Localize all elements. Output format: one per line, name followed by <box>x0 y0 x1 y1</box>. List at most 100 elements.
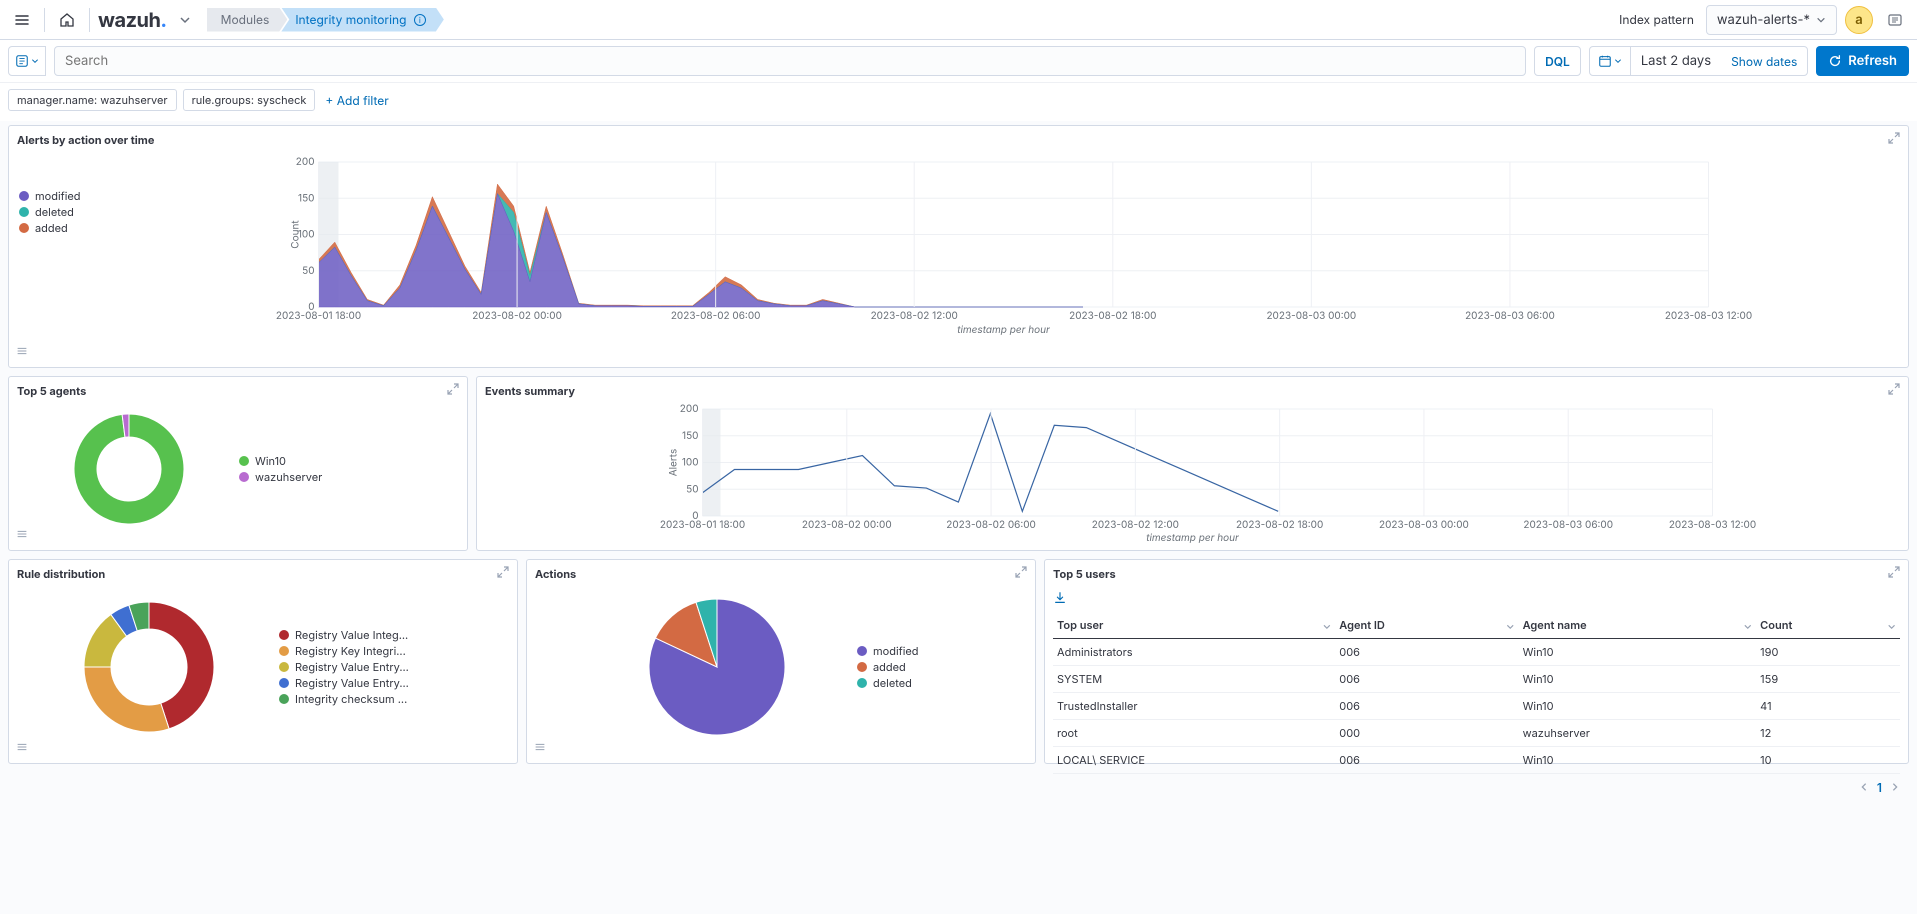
table-row[interactable]: TrustedInstaller006Win1041 <box>1053 693 1900 720</box>
expand-icon[interactable] <box>447 383 459 398</box>
index-pattern-value: wazuh-alerts-* <box>1717 12 1810 28</box>
legend-item[interactable]: modified <box>19 189 109 203</box>
expand-icon[interactable] <box>1015 566 1027 581</box>
swatch <box>857 662 867 672</box>
chart-top-agents <box>19 404 239 534</box>
show-dates-link[interactable]: Show dates <box>1721 54 1807 69</box>
svg-text:2023-08-02 00:00: 2023-08-02 00:00 <box>802 519 892 531</box>
swatch <box>857 646 867 656</box>
filter-chip[interactable]: rule.groups: syscheck <box>183 89 316 111</box>
panel-rule-distribution: Rule distribution Registry Value Integ..… <box>8 559 518 764</box>
table-cell: 000 <box>1335 720 1518 747</box>
chart-legend: Registry Value Integ... Registry Key Int… <box>279 626 507 708</box>
table-row[interactable]: Administrators006Win10190 <box>1053 639 1900 666</box>
table-row[interactable]: SYSTEM006Win10159 <box>1053 666 1900 693</box>
table-header[interactable]: Agent ID⌄ <box>1335 612 1518 639</box>
date-range-picker[interactable]: Last 2 days Show dates <box>1589 46 1808 76</box>
panel-title: Events summary <box>485 384 575 398</box>
date-range-value: Last 2 days <box>1631 53 1721 69</box>
search-input[interactable] <box>54 46 1526 76</box>
legend-item[interactable]: Win10 <box>239 454 457 468</box>
refresh-button[interactable]: Refresh <box>1816 46 1909 76</box>
legend-item[interactable]: Registry Value Entry... <box>279 676 507 690</box>
table-cell: 41 <box>1756 693 1900 720</box>
svg-text:2023-08-02 00:00: 2023-08-02 00:00 <box>472 310 562 322</box>
chart-rule-distribution <box>19 587 279 747</box>
filter-chip-row: manager.name: wazuhserver rule.groups: s… <box>0 83 1917 121</box>
expand-icon[interactable] <box>1888 566 1900 581</box>
filter-chip[interactable]: manager.name: wazuhserver <box>8 89 177 111</box>
menu-icon[interactable] <box>8 6 36 34</box>
news-icon[interactable] <box>1881 6 1909 34</box>
saved-query-button[interactable] <box>8 46 46 76</box>
legend-item[interactable]: added <box>19 221 109 235</box>
dql-toggle[interactable]: DQL <box>1534 46 1581 76</box>
panel-title: Alerts by action over time <box>17 133 154 147</box>
expand-icon[interactable] <box>1888 383 1900 398</box>
svg-text:timestamp per hour: timestamp per hour <box>957 324 1050 336</box>
avatar[interactable]: a <box>1845 6 1873 34</box>
home-icon[interactable] <box>53 6 81 34</box>
info-icon[interactable]: i <box>414 14 426 26</box>
legend-item[interactable]: Registry Value Integ... <box>279 628 507 642</box>
breadcrumb-modules[interactable]: Modules <box>207 8 288 32</box>
chart-alerts-over-time: 0501001502002023-08-01 18:002023-08-02 0… <box>109 157 1898 337</box>
calendar-icon[interactable] <box>1590 47 1631 75</box>
panel-options-icon[interactable] <box>15 344 29 361</box>
table-cell: TrustedInstaller <box>1053 693 1335 720</box>
legend-label: deleted <box>873 676 912 690</box>
panel-options-icon[interactable] <box>15 527 29 544</box>
divider <box>89 8 90 32</box>
legend-item[interactable]: deleted <box>857 676 1025 690</box>
swatch <box>19 207 29 217</box>
legend-item[interactable]: wazuhserver <box>239 470 457 484</box>
logo[interactable]: wazuh. <box>98 8 167 32</box>
table-row[interactable]: LOCAL\ SERVICE006Win1010 <box>1053 747 1900 774</box>
legend-label: Registry Key Integri... <box>295 644 406 658</box>
pager-next[interactable] <box>1890 780 1900 795</box>
add-filter-link[interactable]: + Add filter <box>325 93 388 108</box>
table-header[interactable]: Count⌄ <box>1756 612 1900 639</box>
legend-item[interactable]: modified <box>857 644 1025 658</box>
legend-item[interactable]: Registry Key Integri... <box>279 644 507 658</box>
breadcrumb-current[interactable]: Integrity monitoring i <box>281 8 444 32</box>
svg-text:2023-08-02 12:00: 2023-08-02 12:00 <box>1092 519 1179 531</box>
index-pattern-select[interactable]: wazuh-alerts-* <box>1706 5 1837 35</box>
legend-item[interactable]: Registry Value Entry... <box>279 660 507 674</box>
pager: 1 <box>1045 774 1908 801</box>
search-bar: DQL Last 2 days Show dates Refresh <box>0 40 1917 83</box>
chevron-down-icon[interactable] <box>175 6 195 34</box>
svg-text:2023-08-01 18:00: 2023-08-01 18:00 <box>660 519 745 531</box>
table-cell: 006 <box>1335 693 1518 720</box>
logo-dot: . <box>160 8 166 32</box>
table-cell: 006 <box>1335 639 1518 666</box>
expand-icon[interactable] <box>1888 132 1900 147</box>
table-cell: 10 <box>1756 747 1900 774</box>
table-header[interactable]: Agent name⌄ <box>1519 612 1757 639</box>
panel-actions: Actions modified added deleted <box>526 559 1036 764</box>
export-icon[interactable] <box>1045 587 1908 612</box>
table-header[interactable]: Top user⌄ <box>1053 612 1335 639</box>
legend-label: deleted <box>35 205 74 219</box>
svg-text:150: 150 <box>682 430 698 442</box>
chevron-down-icon <box>1816 15 1826 25</box>
table-cell: Win10 <box>1519 639 1757 666</box>
legend-label: Win10 <box>255 454 286 468</box>
logo-text: wazuh <box>98 8 160 32</box>
index-pattern-label: Index pattern <box>1619 12 1694 27</box>
legend-label: modified <box>873 644 919 658</box>
legend-item[interactable]: deleted <box>19 205 109 219</box>
panel-options-icon[interactable] <box>15 740 29 757</box>
table-row[interactable]: root000wazuhserver12 <box>1053 720 1900 747</box>
table-cell: SYSTEM <box>1053 666 1335 693</box>
legend-item[interactable]: added <box>857 660 1025 674</box>
panel-title: Actions <box>535 567 576 581</box>
pager-current[interactable]: 1 <box>1877 780 1882 795</box>
expand-icon[interactable] <box>497 566 509 581</box>
swatch <box>279 662 289 672</box>
pager-prev[interactable] <box>1859 780 1869 795</box>
legend-item[interactable]: Integrity checksum ... <box>279 692 507 706</box>
chart-legend: Win10 wazuhserver <box>239 452 457 486</box>
panel-options-icon[interactable] <box>533 740 547 757</box>
swatch <box>279 678 289 688</box>
